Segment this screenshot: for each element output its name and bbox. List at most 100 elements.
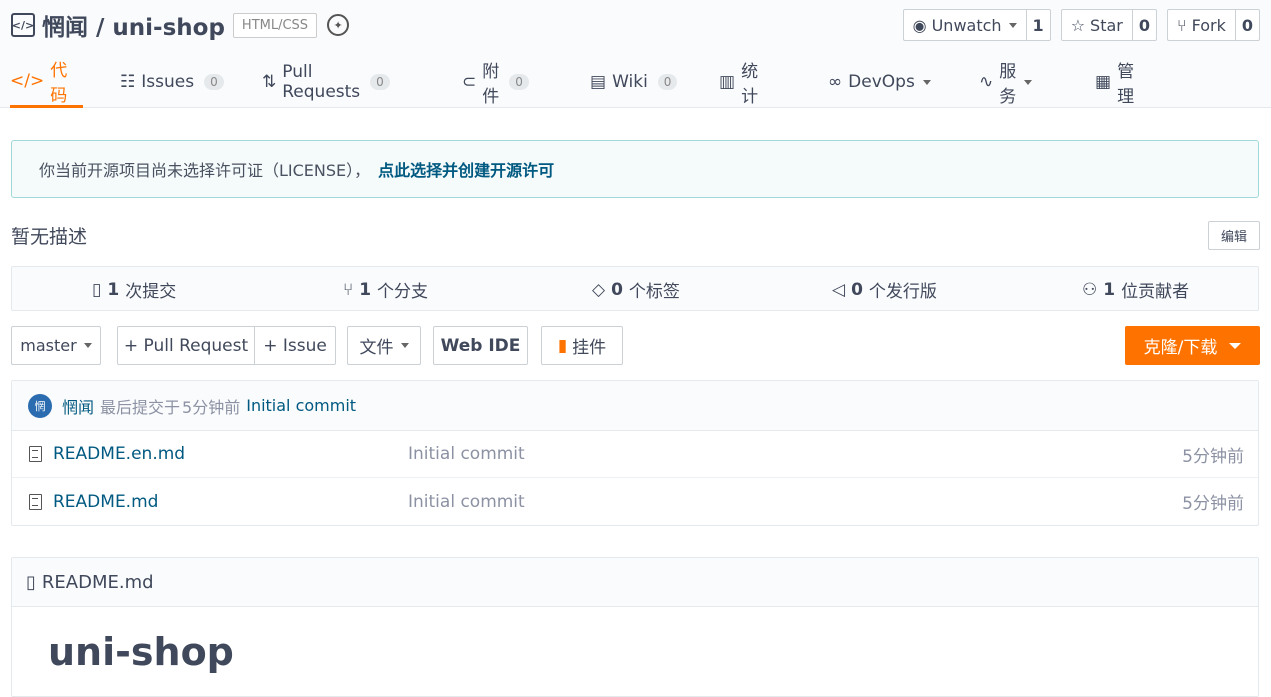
chevron-down-icon	[922, 79, 931, 85]
license-text: 你当前开源项目尚未选择许可证（LICENSE），	[39, 161, 371, 180]
tab-stats-label: 统计	[741, 62, 759, 107]
file-icon	[29, 493, 42, 510]
star-button[interactable]: ☆ Star	[1062, 10, 1132, 40]
create-license-link[interactable]: 点此选择并创建开源许可	[378, 157, 554, 181]
commit-author-link[interactable]: 惘闻	[62, 394, 94, 418]
commit-message-link[interactable]: Initial commit	[246, 396, 356, 415]
last-commit-row: 惘 惘闻 最后提交于 5分钟前 Initial commit	[12, 381, 1258, 431]
readme-heading: uni-shop	[48, 630, 234, 674]
unwatch-group: ◉ Unwatch 1	[902, 9, 1051, 41]
commit-time: 5分钟前	[182, 397, 241, 417]
tags-label: 个标签	[628, 282, 680, 302]
repo-header: </> 惘闻 / uni-shop HTML/CSS ✦ ◉ Unwatch 1…	[0, 0, 1271, 108]
branch-select-label: master	[20, 336, 77, 355]
tab-devops-label: DevOps	[848, 72, 915, 92]
fork-group: ⑂ Fork 0	[1166, 9, 1260, 41]
tab-wiki[interactable]: ▤ Wiki 0	[590, 56, 678, 108]
file-name-link[interactable]: README.en.md	[53, 444, 185, 464]
settings-doc-icon: ▦	[1095, 72, 1112, 92]
tab-issues[interactable]: ☷ Issues 0	[120, 56, 224, 108]
paperclip-icon: ⊂	[462, 72, 477, 92]
repo-actions: ◉ Unwatch 1 ☆ Star 0 ⑂ Fork 0	[902, 9, 1260, 41]
new-pull-request-button[interactable]: + Pull Request	[117, 326, 255, 365]
fork-label: Fork	[1191, 15, 1226, 35]
repo-stats-bar: ▯ 1 次提交 ⑂ 1 个分支 ◇ 0 个标签 ◁ 0 个发行版 ⚇ 1 位贡献…	[11, 266, 1259, 311]
unwatch-button[interactable]: ◉ Unwatch	[904, 10, 1026, 40]
file-commit-time: 5分钟前	[1182, 494, 1244, 514]
file-icon	[29, 446, 42, 462]
branch-select[interactable]: master	[11, 326, 101, 365]
code-icon: </>	[10, 70, 45, 91]
tab-code-label: 代码	[50, 60, 68, 106]
tab-code[interactable]: </> 代码	[10, 56, 83, 108]
widget-button[interactable]: ▮ 挂件	[541, 326, 623, 365]
bookmark-icon: ▮	[557, 335, 568, 356]
people-icon: ⚇	[1082, 279, 1098, 300]
commit-prefix: 最后提交于	[100, 397, 181, 417]
tags-count: 0	[611, 279, 623, 300]
tab-attachments[interactable]: ⊂ 附件 0	[462, 56, 529, 108]
tab-manage[interactable]: ▦ 管理	[1095, 56, 1134, 108]
avatar[interactable]: 惘	[28, 393, 52, 418]
fork-count[interactable]: 0	[1234, 10, 1259, 40]
chevron-down-icon	[83, 343, 92, 348]
file-menu-label: 文件	[359, 338, 394, 358]
clone-download-label: 克隆/下载	[1143, 338, 1218, 358]
fork-button[interactable]: ⑂ Fork	[1168, 10, 1235, 40]
file-commit-message[interactable]: Initial commit	[408, 492, 525, 512]
stat-contributors[interactable]: ⚇ 1 位贡献者	[1082, 267, 1189, 312]
pulse-icon: ∿	[979, 72, 994, 92]
edit-description-button[interactable]: 编辑	[1208, 221, 1260, 250]
stat-commits[interactable]: ▯ 1 次提交	[92, 267, 176, 312]
tab-devops[interactable]: ∞ DevOps	[828, 56, 931, 108]
star-icon: ☆	[1070, 15, 1086, 35]
infinity-icon: ∞	[828, 72, 843, 92]
tab-services[interactable]: ∿ 服务	[979, 56, 1033, 108]
readme-filename: README.md	[41, 571, 154, 593]
branches-label: 个分支	[377, 282, 429, 302]
tab-wiki-label: Wiki	[612, 72, 648, 92]
contributors-count: 1	[1103, 279, 1116, 300]
book-icon: ▤	[590, 72, 607, 92]
clone-download-button[interactable]: 克隆/下载	[1125, 326, 1260, 365]
repo-title-row: </> 惘闻 / uni-shop HTML/CSS ✦	[11, 8, 350, 42]
language-tag[interactable]: HTML/CSS	[232, 12, 318, 38]
new-issue-button[interactable]: + Issue	[254, 326, 336, 365]
tab-stats[interactable]: ▥ 统计	[719, 56, 758, 108]
file-menu-button[interactable]: 文件	[347, 326, 421, 365]
web-ide-button[interactable]: Web IDE	[433, 326, 528, 365]
bar-chart-icon: ▥	[719, 72, 736, 92]
fork-icon: ⑂	[1176, 15, 1187, 35]
star-count[interactable]: 0	[1131, 10, 1156, 40]
chevron-down-icon	[400, 343, 409, 348]
readme-header: ▯ README.md	[12, 558, 1258, 607]
chevron-down-icon	[1008, 22, 1017, 28]
tag-icon: ◇	[592, 279, 606, 300]
branches-count: 1	[359, 279, 372, 300]
repo-description: 暂无描述	[11, 226, 88, 248]
table-row: README.md Initial commit 5分钟前	[12, 478, 1258, 525]
file-name-link[interactable]: README.md	[53, 492, 158, 512]
stat-releases[interactable]: ◁ 0 个发行版	[832, 267, 937, 312]
commits-label: 次提交	[125, 282, 177, 302]
stat-branches[interactable]: ⑂ 1 个分支	[343, 267, 428, 312]
tab-pull-requests-label: Pull Requests	[282, 62, 361, 102]
commit-doc-icon: ▯	[92, 279, 102, 300]
chevron-down-icon	[1024, 79, 1033, 85]
pull-request-icon: ⇅	[262, 72, 277, 92]
recommend-badge-icon[interactable]: ✦	[327, 14, 350, 36]
license-notice: 你当前开源项目尚未选择许可证（LICENSE）， 点此选择并创建开源许可	[11, 140, 1259, 198]
releases-count: 0	[851, 279, 863, 300]
widget-label: 挂件	[572, 338, 607, 358]
releases-label: 个发行版	[868, 282, 937, 302]
stat-tags[interactable]: ◇ 0 个标签	[592, 267, 680, 312]
tab-attachments-label: 附件	[482, 62, 500, 107]
file-commit-time: 5分钟前	[1182, 446, 1244, 467]
star-label: Star	[1090, 15, 1123, 35]
watch-count[interactable]: 1	[1025, 10, 1050, 40]
unwatch-label: Unwatch	[931, 15, 1002, 35]
tab-pull-requests[interactable]: ⇅ Pull Requests 0	[262, 56, 390, 108]
commits-count: 1	[107, 279, 120, 300]
file-commit-message[interactable]: Initial commit	[408, 444, 525, 464]
repo-title[interactable]: 惘闻 / uni-shop	[42, 8, 225, 42]
